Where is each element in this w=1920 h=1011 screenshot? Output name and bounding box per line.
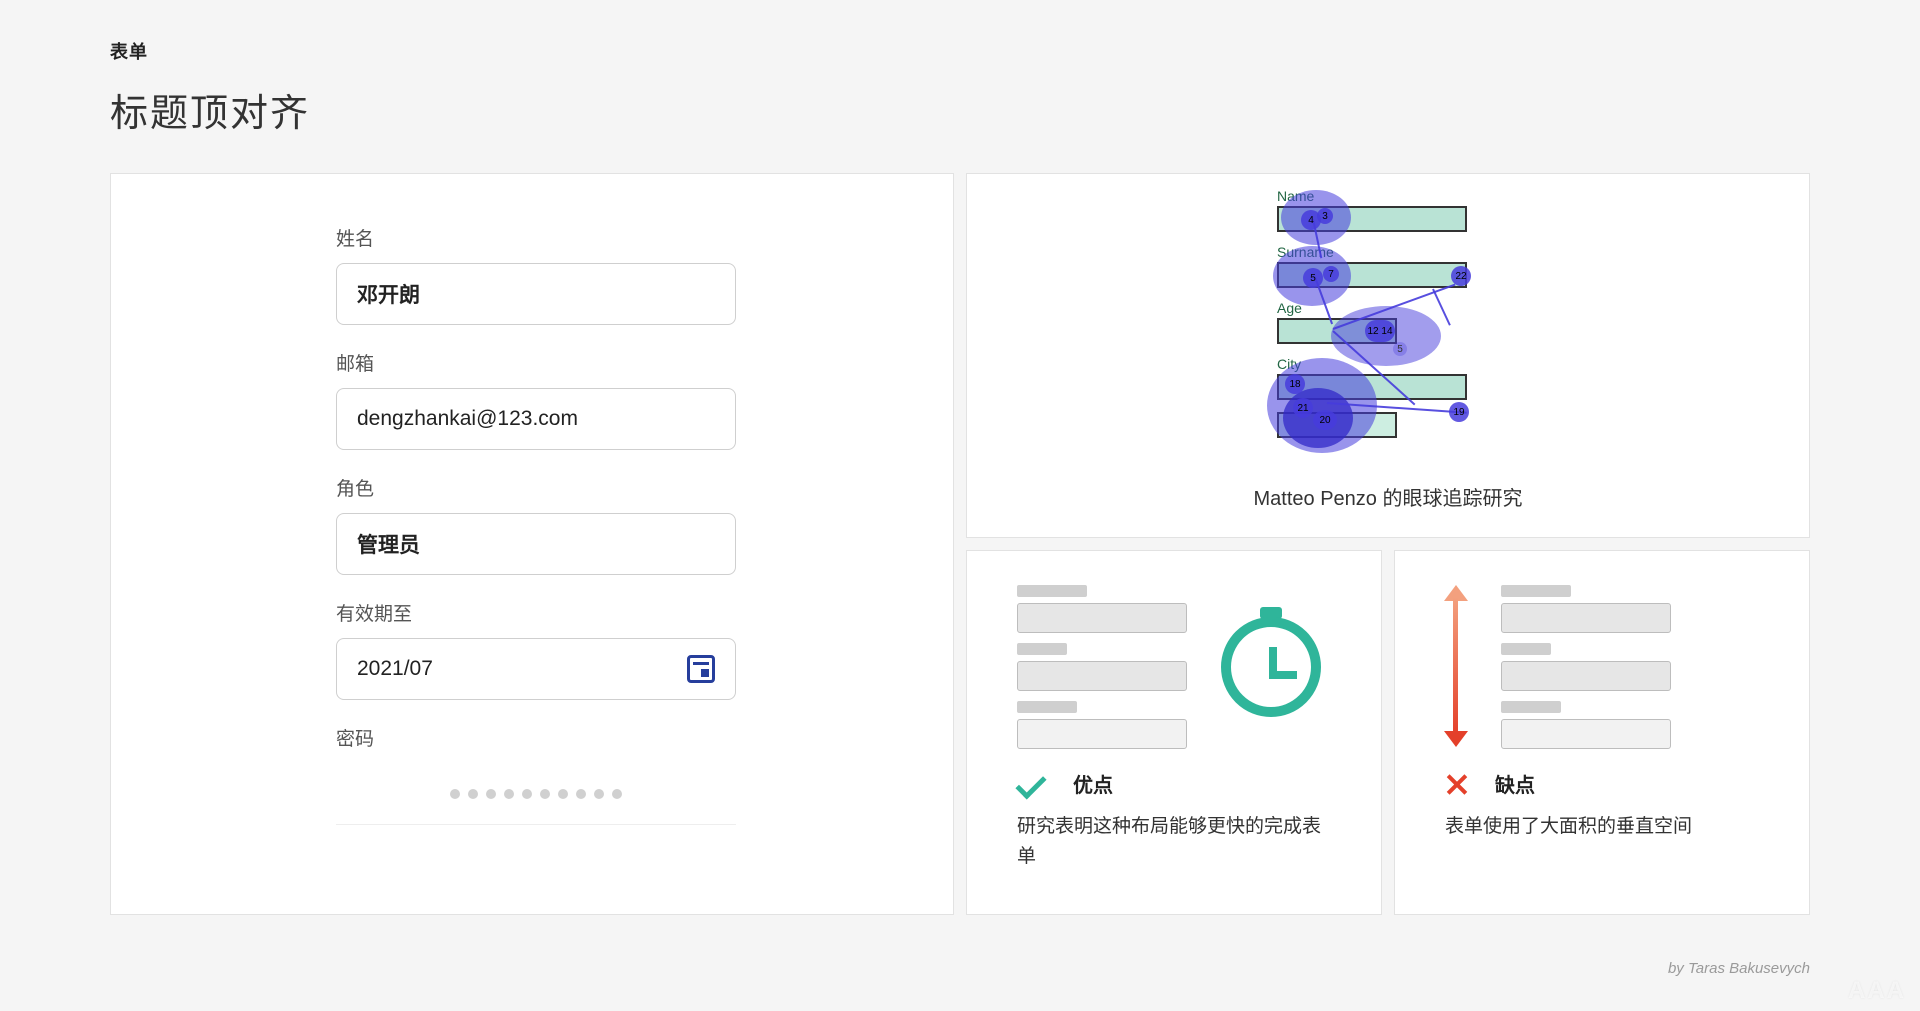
cons-heading: 缺点 xyxy=(1495,769,1535,798)
pros-illustration xyxy=(1017,581,1331,751)
section-eyebrow: 表单 xyxy=(110,38,1810,64)
eyetracking-illustration: Name Surname Age City xyxy=(1273,188,1503,468)
name-input[interactable]: 邓开朗 xyxy=(336,263,736,325)
expiry-input[interactable]: 2021/07 xyxy=(336,638,736,700)
pros-body: 研究表明这种布局能够更快的完成表单 xyxy=(1017,812,1331,873)
cons-illustration xyxy=(1445,581,1759,751)
eyetracking-caption: Matteo Penzo 的眼球追踪研究 xyxy=(1254,482,1523,511)
role-select[interactable]: 管理员 xyxy=(336,513,736,575)
role-value: 管理员 xyxy=(357,529,420,559)
cons-panel: 缺点 表单使用了大面积的垂直空间 xyxy=(1394,550,1810,915)
password-input[interactable] xyxy=(336,763,736,825)
check-icon xyxy=(1015,768,1046,799)
expiry-label: 有效期至 xyxy=(336,599,953,626)
x-icon xyxy=(1445,773,1467,795)
form-demo-panel: 姓名 邓开朗 邮箱 dengzhankai@123.com 角色 管理员 有效期… xyxy=(110,173,954,915)
email-label: 邮箱 xyxy=(336,349,953,376)
stopwatch-icon xyxy=(1221,607,1331,717)
expiry-value: 2021/07 xyxy=(357,657,433,681)
calendar-icon[interactable] xyxy=(687,655,715,683)
eyetracking-panel: Name Surname Age City xyxy=(966,173,1810,538)
role-label: 角色 xyxy=(336,474,953,501)
pros-heading: 优点 xyxy=(1073,769,1113,798)
credit: by Taras Bakusevych xyxy=(1668,960,1810,977)
watermark: AAA xyxy=(1848,977,1906,1005)
page-title: 标题顶对齐 xyxy=(110,82,1810,137)
email-input[interactable]: dengzhankai@123.com xyxy=(336,388,736,450)
name-label: 姓名 xyxy=(336,224,953,251)
name-value: 邓开朗 xyxy=(357,279,420,309)
password-label: 密码 xyxy=(336,724,953,751)
vertical-arrow-icon xyxy=(1443,587,1467,745)
pros-panel: 优点 研究表明这种布局能够更快的完成表单 xyxy=(966,550,1382,915)
cons-body: 表单使用了大面积的垂直空间 xyxy=(1445,812,1759,842)
email-value: dengzhankai@123.com xyxy=(357,407,578,431)
